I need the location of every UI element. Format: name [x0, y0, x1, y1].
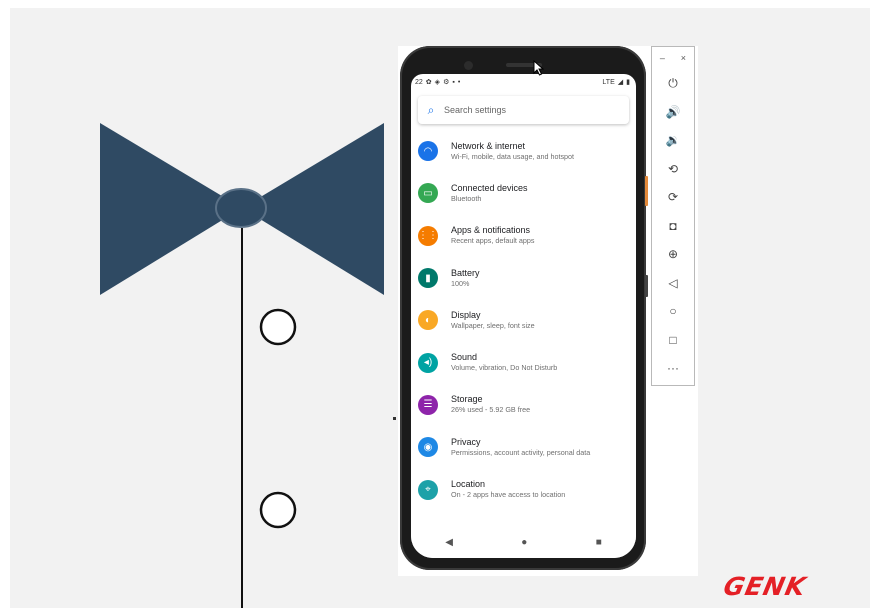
- settings-item-text: Connected devices Bluetooth: [451, 183, 528, 204]
- rotate-left-icon[interactable]: ⟲: [652, 155, 694, 184]
- nav-recents-icon[interactable]: ■: [596, 537, 602, 548]
- settings-item-display[interactable]: ◐ Display Wallpaper, sleep, font size: [411, 299, 636, 341]
- settings-gear-icon: ✿: [425, 79, 432, 86]
- battery-status-icon: ▮: [626, 79, 630, 86]
- settings-item-text: Location On - 2 apps have access to locat…: [451, 479, 565, 500]
- settings-item-title: Network & internet: [451, 140, 526, 151]
- window-minimize-button[interactable]: –: [660, 53, 665, 63]
- apps-icon: ⋮⋮: [418, 225, 438, 246]
- storage-icon: ☰: [418, 394, 438, 415]
- settings-item-subtitle: Permissions, account activity, personal …: [451, 447, 591, 457]
- settings-item-sound[interactable]: ◂) Sound Volume, vibration, Do Not Disturb: [411, 341, 636, 383]
- settings-item-title: Battery: [451, 267, 480, 278]
- window-close-button[interactable]: ×: [681, 53, 686, 63]
- settings-item-subtitle: Wallpaper, sleep, font size: [451, 320, 535, 330]
- settings-item-subtitle: 100%: [451, 278, 470, 288]
- nav-home-icon[interactable]: ●: [521, 537, 527, 548]
- battery-icon: ▮: [418, 268, 438, 289]
- back-icon[interactable]: ◁: [652, 269, 694, 298]
- mouse-cursor-icon: [533, 60, 545, 76]
- settings-item-subtitle: Bluetooth: [451, 193, 482, 203]
- location-icon: ⌖: [418, 479, 438, 500]
- settings-item-title: Connected devices: [451, 182, 528, 193]
- settings-item-title: Display: [451, 309, 481, 320]
- settings-list: ◠ Network & internet Wi-Fi, mobile, data u…: [411, 130, 636, 511]
- settings-item-text: Sound Volume, vibration, Do Not Disturb: [451, 352, 557, 373]
- dot-icon: •: [457, 78, 461, 86]
- settings-item-battery[interactable]: ▮ Battery 100%: [411, 257, 636, 299]
- wifi-icon: ◠: [418, 141, 438, 162]
- bowtie-knot: [215, 188, 267, 228]
- phone-screen: 22 ✿ ◈ ⚙ ▪ • LTE ◢ ▮ ⌕ Search settings ◠…: [411, 74, 636, 558]
- settings-item-privacy[interactable]: ◉ Privacy Permissions, account activity, p…: [411, 426, 636, 468]
- settings-item-title: Apps & notifications: [451, 225, 531, 236]
- more-icon[interactable]: ···: [652, 354, 694, 383]
- settings-item-location[interactable]: ⌖ Location On - 2 apps have access to loca…: [411, 468, 636, 510]
- settings-item-text: Apps & notifications Recent apps, default…: [451, 225, 535, 246]
- volume-rocker: [645, 176, 648, 206]
- overview-icon[interactable]: □: [652, 326, 694, 355]
- sd-card-icon: ▪: [452, 78, 455, 86]
- settings-item-subtitle: Recent apps, default apps: [451, 236, 535, 246]
- settings-item-text: Display Wallpaper, sleep, font size: [451, 310, 535, 331]
- settings-item-text: Storage 26% used - 5.92 GB free: [451, 394, 530, 415]
- camera-dot: [464, 61, 473, 70]
- shirt-button-top: [259, 308, 297, 346]
- settings-item-subtitle: On - 2 apps have access to location: [451, 490, 566, 500]
- power-rocker: [645, 275, 648, 297]
- settings-item-text: Privacy Permissions, account activity, pe…: [451, 437, 590, 458]
- status-time: 22: [415, 78, 423, 86]
- power-icon[interactable]: ⏻: [652, 69, 694, 98]
- settings-item-title: Location: [451, 479, 486, 490]
- settings-item-title: Sound: [451, 352, 478, 363]
- shirt-button-bottom: [259, 491, 297, 529]
- shield-icon: ◈: [434, 79, 441, 86]
- stray-mark: [393, 417, 396, 420]
- settings-item-text: Battery 100%: [451, 268, 480, 289]
- search-settings-bar[interactable]: ⌕ Search settings: [418, 96, 629, 124]
- display-icon: ◐: [418, 310, 438, 331]
- notification-icon: ⚙: [443, 79, 450, 86]
- settings-item-title: Storage: [451, 394, 483, 405]
- signal-icon: ◢: [617, 79, 624, 86]
- home-icon[interactable]: ○: [652, 297, 694, 326]
- settings-item-connected-devices[interactable]: ▭ Connected devices Bluetooth: [411, 172, 636, 214]
- connected-devices-icon: ▭: [418, 183, 438, 204]
- settings-item-apps[interactable]: ⋮⋮ Apps & notifications Recent apps, defau…: [411, 215, 636, 257]
- emulator-toolbar: – × ⏻ 🔊 🔉 ⟲ ⟳ ◘ ⊕ ◁ ○ □ ···: [651, 46, 695, 386]
- nav-back-icon[interactable]: ◀: [445, 537, 453, 548]
- settings-item-wifi[interactable]: ◠ Network & internet Wi-Fi, mobile, data u…: [411, 130, 636, 172]
- volume-down-icon[interactable]: 🔉: [652, 126, 694, 155]
- navigation-bar: ◀ ● ■: [411, 526, 636, 558]
- privacy-icon: ◉: [418, 437, 438, 458]
- network-type: LTE: [602, 78, 615, 86]
- zoom-icon[interactable]: ⊕: [652, 240, 694, 269]
- settings-item-subtitle: 26% used - 5.92 GB free: [451, 405, 531, 415]
- search-icon: ⌕: [427, 102, 435, 117]
- settings-item-text: Network & internet Wi-Fi, mobile, data us…: [451, 141, 574, 162]
- volume-up-icon[interactable]: 🔊: [652, 98, 694, 127]
- settings-item-subtitle: Volume, vibration, Do Not Disturb: [451, 363, 558, 373]
- sound-icon: ◂): [418, 352, 438, 373]
- search-placeholder: Search settings: [444, 105, 507, 115]
- camera-icon[interactable]: ◘: [652, 212, 694, 241]
- rotate-right-icon[interactable]: ⟳: [652, 183, 694, 212]
- settings-item-storage[interactable]: ☰ Storage 26% used - 5.92 GB free: [411, 384, 636, 426]
- settings-item-subtitle: Wi-Fi, mobile, data usage, and hotspot: [451, 151, 575, 161]
- genk-logo: GENK: [720, 572, 809, 601]
- status-bar: 22 ✿ ◈ ⚙ ▪ • LTE ◢ ▮: [411, 74, 636, 90]
- settings-item-title: Privacy: [451, 436, 481, 447]
